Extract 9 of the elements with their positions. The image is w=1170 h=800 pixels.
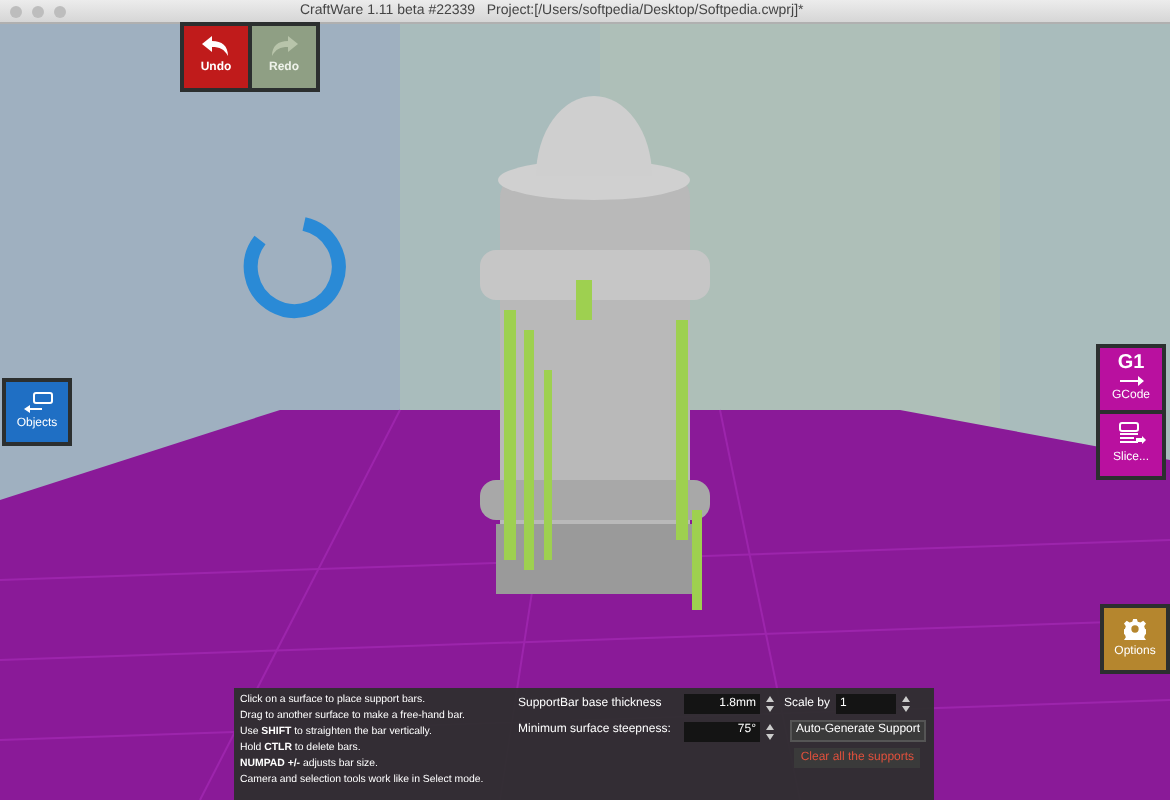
printer-arrow-icon: [1117, 422, 1145, 448]
arrow-icon: [1119, 375, 1143, 385]
spinner-arrows-icon[interactable]: [902, 696, 911, 712]
spinner-arrows-icon[interactable]: [766, 723, 774, 739]
gear-icon: [1124, 617, 1146, 639]
spinner-arrows-icon[interactable]: [766, 696, 774, 712]
undo-icon: [202, 36, 230, 56]
redo-icon: [270, 36, 298, 56]
tray-arrow-icon: [21, 391, 53, 413]
